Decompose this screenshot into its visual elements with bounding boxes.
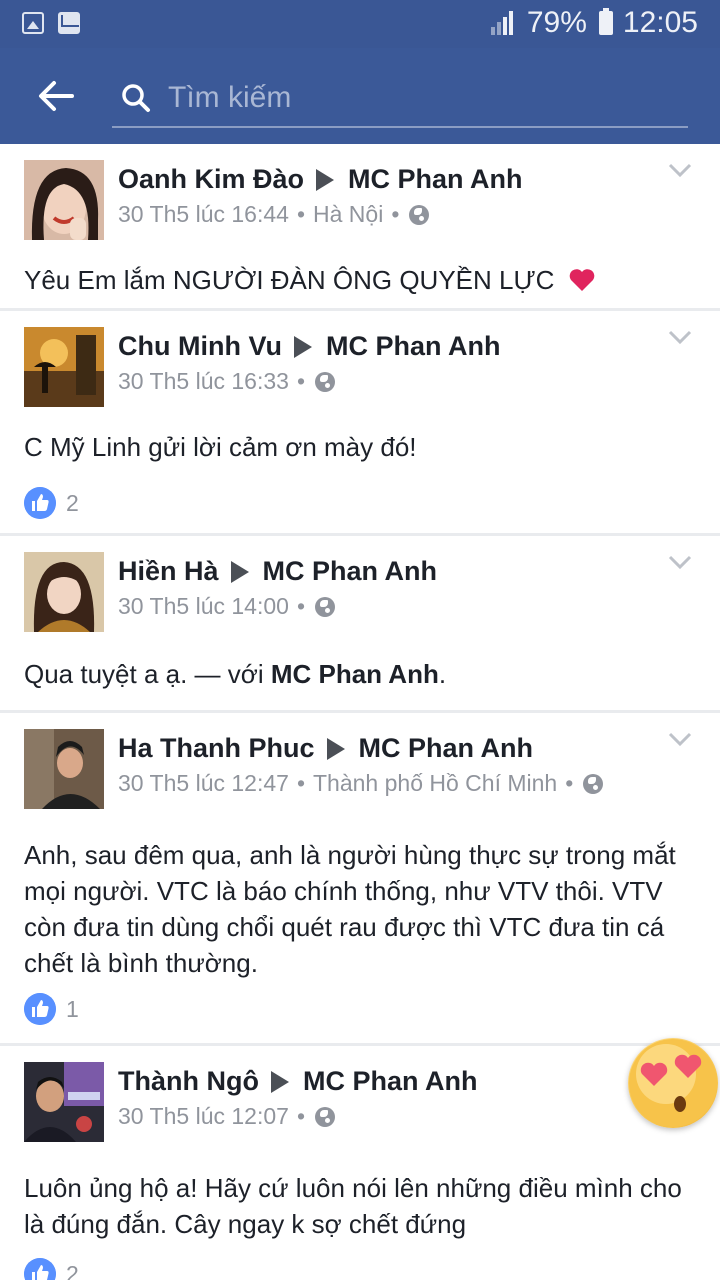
post-card: Ha Thanh Phuc MC Phan Anh 30 Th5 lúc 12:… (0, 713, 720, 1043)
post-timestamp[interactable]: 30 Th5 lúc 12:07 (118, 1103, 289, 1130)
post-text: Anh, sau đêm qua, anh là người hùng thực… (24, 840, 676, 978)
globe-icon (315, 1106, 335, 1127)
author-name[interactable]: Oanh Kim Đào (118, 164, 304, 195)
post-card: Hiền Hà MC Phan Anh 30 Th5 lúc 14:00 • Q… (0, 536, 720, 710)
arrow-icon (326, 737, 345, 760)
avatar[interactable] (24, 1062, 104, 1142)
target-name[interactable]: MC Phan Anh (303, 1066, 478, 1097)
post-location[interactable]: Thành phố Hồ Chí Minh (313, 770, 557, 797)
post-text-content: Qua tuyệt a ạ. — với (24, 659, 271, 689)
search-bar[interactable] (112, 72, 688, 128)
author-name[interactable]: Hiền Hà (118, 556, 219, 587)
like-summary[interactable]: 2 (24, 487, 79, 519)
avatar[interactable] (24, 327, 104, 407)
target-name[interactable]: MC Phan Anh (326, 331, 501, 362)
post-text-suffix: . (438, 659, 447, 689)
post-timestamp[interactable]: 30 Th5 lúc 14:00 (118, 593, 289, 620)
post-text: Luôn ủng hộ a! Hãy cứ luôn nói lên những… (24, 1173, 682, 1239)
like-summary[interactable]: 1 (24, 993, 79, 1025)
status-bar: 79% 12:05 (0, 0, 720, 48)
heart-icon (569, 269, 595, 291)
chevron-down-icon[interactable] (668, 329, 692, 345)
thumbs-up-icon (24, 993, 56, 1025)
gallery-notification-icon (22, 12, 44, 34)
avatar[interactable] (24, 552, 104, 632)
chevron-down-icon[interactable] (668, 731, 692, 747)
app-bar (0, 48, 720, 144)
post-text-content: Yêu Em lắm NGƯỜI ĐÀN ÔNG QUYỀN LỰC (24, 265, 555, 295)
separator-dot: • (296, 1103, 305, 1129)
battery-percent: 79% (526, 6, 587, 39)
globe-icon (315, 371, 335, 392)
feed: Oanh Kim Đào MC Phan Anh 30 Th5 lúc 16:4… (0, 144, 720, 1280)
separator-dot: • (565, 770, 574, 796)
post-timestamp[interactable]: 30 Th5 lúc 16:33 (118, 368, 289, 395)
like-count: 2 (66, 489, 79, 516)
post-card: Thành Ngô MC Phan Anh 30 Th5 lúc 12:07 •… (0, 1046, 720, 1280)
like-count: 1 (66, 995, 79, 1022)
post-location[interactable]: Hà Nội (313, 201, 383, 228)
post-text: Qua tuyệt a ạ. — với MC Phan Anh. (24, 656, 696, 692)
globe-icon (583, 773, 604, 794)
target-name[interactable]: MC Phan Anh (359, 733, 534, 764)
arrow-icon (316, 168, 335, 191)
separator-dot: • (391, 201, 400, 227)
thumbs-up-icon (24, 1258, 56, 1280)
thumbs-up-icon (24, 487, 56, 519)
author-name[interactable]: Thành Ngô (118, 1066, 259, 1097)
avatar[interactable] (24, 160, 104, 240)
separator-dot: • (296, 368, 305, 394)
globe-icon (409, 204, 430, 225)
heart-eyes-emoji-icon[interactable] (628, 1038, 718, 1128)
target-name[interactable]: MC Phan Anh (348, 164, 523, 195)
post-text: C Mỹ Linh gửi lời cảm ơn mày đó! (24, 432, 417, 462)
author-name[interactable]: Chu Minh Vu (118, 331, 282, 362)
post-timestamp[interactable]: 30 Th5 lúc 12:47 (118, 770, 289, 797)
battery-icon (598, 8, 613, 35)
search-icon (122, 84, 150, 112)
arrow-icon (270, 1070, 289, 1093)
clock: 12:05 (622, 6, 698, 39)
separator-dot: • (296, 770, 305, 796)
post-text: Yêu Em lắm NGƯỜI ĐÀN ÔNG QUYỀN LỰC (24, 262, 696, 298)
avatar[interactable] (24, 729, 104, 809)
tagged-person-link[interactable]: MC Phan Anh (271, 659, 439, 689)
separator-dot: • (296, 593, 305, 619)
like-summary[interactable]: 2 (24, 1258, 79, 1280)
mail-notification-icon (58, 12, 80, 34)
like-count: 2 (66, 1260, 79, 1280)
signal-icon (490, 11, 517, 35)
chevron-down-icon[interactable] (668, 554, 692, 570)
post-timestamp[interactable]: 30 Th5 lúc 16:44 (118, 201, 289, 228)
globe-icon (315, 596, 335, 617)
author-name[interactable]: Ha Thanh Phuc (118, 733, 315, 764)
arrow-icon (293, 335, 312, 358)
back-arrow-icon[interactable] (36, 76, 76, 116)
target-name[interactable]: MC Phan Anh (263, 556, 438, 587)
arrow-icon (230, 560, 249, 583)
chevron-down-icon[interactable] (668, 162, 692, 178)
search-input[interactable] (168, 76, 668, 120)
post-card: Oanh Kim Đào MC Phan Anh 30 Th5 lúc 16:4… (0, 144, 720, 308)
separator-dot: • (296, 201, 305, 227)
post-card: Chu Minh Vu MC Phan Anh 30 Th5 lúc 16:33… (0, 311, 720, 533)
